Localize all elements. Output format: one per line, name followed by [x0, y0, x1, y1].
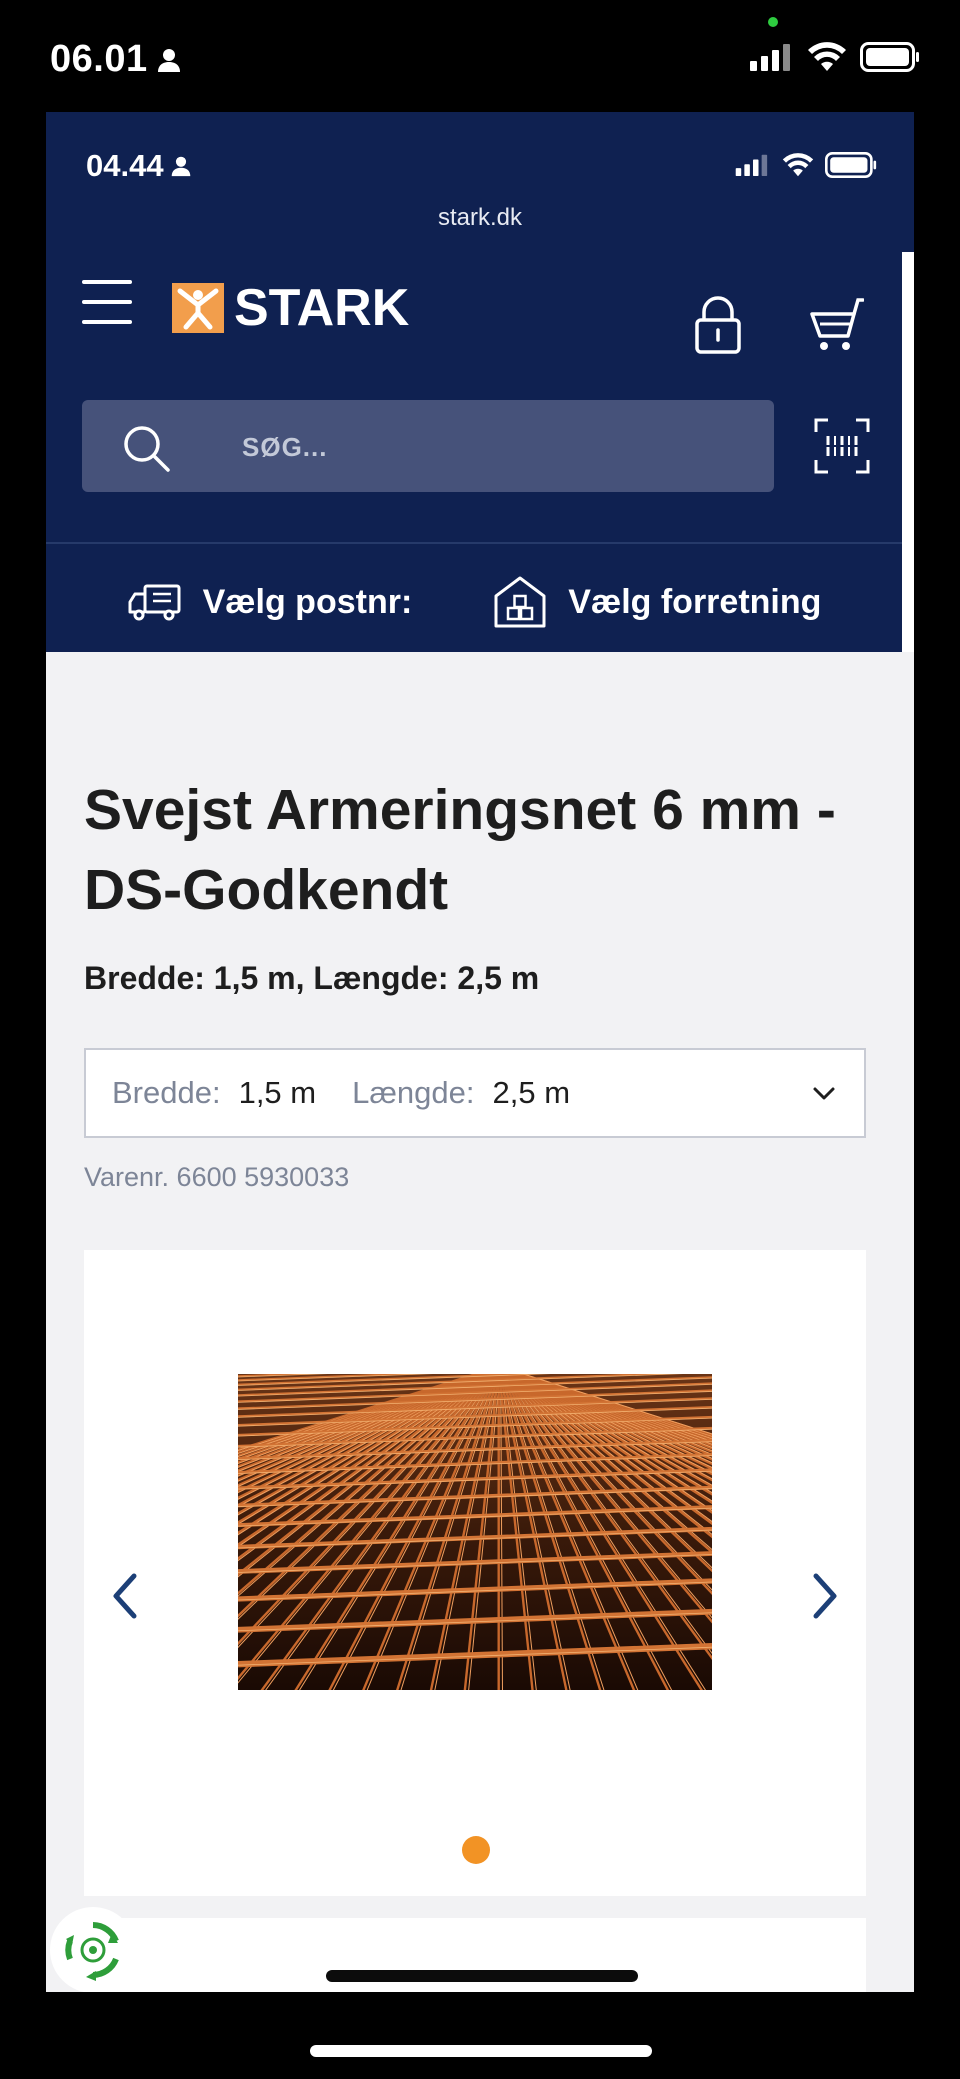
- rebar-mesh-image: [238, 1374, 712, 1690]
- browser-url[interactable]: stark.dk: [46, 204, 914, 232]
- chevron-left-icon[interactable]: [104, 1566, 144, 1626]
- privacy-indicator-dot: [768, 17, 778, 27]
- person-icon: [157, 48, 180, 72]
- lock-icon[interactable]: [694, 296, 742, 354]
- choose-postal-button[interactable]: Vælg postnr:: [127, 582, 413, 622]
- wifi-icon: [782, 153, 814, 177]
- outer-time-text: 06.01: [50, 38, 148, 80]
- product-dimensions: Bredde: 1,5 m, Længde: 2,5 m: [84, 960, 540, 996]
- variant-select[interactable]: Bredde: 1,5 m Længde: 2,5 m: [84, 1048, 866, 1138]
- product-image[interactable]: [238, 1374, 712, 1690]
- inner-home-indicator: [326, 1970, 638, 1982]
- cart-icon[interactable]: [808, 296, 864, 354]
- truck-icon: [128, 584, 181, 621]
- width-value: 1,5 m: [238, 1075, 317, 1110]
- logo-text: STARK: [234, 279, 410, 337]
- product-sku: Varenr. 6600 5930033: [84, 1162, 350, 1192]
- outer-status-bar: 06.01: [0, 0, 960, 115]
- outer-home-indicator[interactable]: [310, 2045, 652, 2057]
- carousel-indicator-dot[interactable]: [462, 1836, 490, 1864]
- logo-mark-icon: [172, 283, 224, 333]
- product-title: Svejst Armeringsnet 6 mm - DS-Godkendt: [84, 778, 836, 922]
- search-placeholder: SØG...: [242, 432, 328, 462]
- inner-clock: 04.44: [86, 148, 192, 184]
- menu-icon-bar: [82, 320, 132, 324]
- stark-logo[interactable]: STARK: [172, 278, 409, 338]
- inner-time-text: 04.44: [86, 148, 164, 183]
- signal-icon: [735, 154, 768, 176]
- battery-icon: [860, 42, 919, 72]
- header-divider: [46, 542, 902, 544]
- chevron-down-icon: [813, 1087, 835, 1100]
- length-label: Længde:: [352, 1075, 475, 1110]
- location-bar: Vælg postnr: Vælg forretning: [46, 552, 902, 652]
- person-icon: [171, 156, 190, 177]
- eco-recycle-icon: [51, 1908, 135, 1992]
- menu-button[interactable]: [82, 280, 132, 324]
- choose-postal-label: Vælg postnr:: [202, 582, 413, 621]
- chevron-right-icon[interactable]: [806, 1566, 846, 1626]
- search-icon: [124, 426, 170, 472]
- width-label: Bredde:: [112, 1075, 221, 1110]
- scrollbar-track[interactable]: [902, 252, 914, 652]
- inner-screenshot: 04.44 stark.dk STARK SØG... Vælg postnr:…: [46, 112, 914, 1992]
- eco-badge[interactable]: [50, 1907, 136, 1992]
- signal-icon: [750, 44, 790, 71]
- outer-clock: 06.01: [50, 38, 182, 81]
- menu-icon-bar: [82, 300, 132, 304]
- inner-status-bar: 04.44 stark.dk: [46, 112, 914, 252]
- choose-store-label: Vælg forretning: [568, 582, 822, 621]
- store-icon: [494, 576, 546, 628]
- barcode-scan-icon[interactable]: [812, 416, 872, 476]
- wifi-icon: [808, 42, 846, 71]
- menu-icon: [82, 280, 132, 284]
- product-gallery: [84, 1250, 866, 1896]
- search-input[interactable]: SØG...: [82, 400, 774, 492]
- inner-status-icons: [734, 152, 878, 178]
- battery-icon: [825, 152, 877, 178]
- choose-store-button[interactable]: Vælg forretning: [492, 574, 821, 630]
- outer-status-icons: [750, 42, 920, 72]
- length-value: 2,5 m: [492, 1075, 571, 1110]
